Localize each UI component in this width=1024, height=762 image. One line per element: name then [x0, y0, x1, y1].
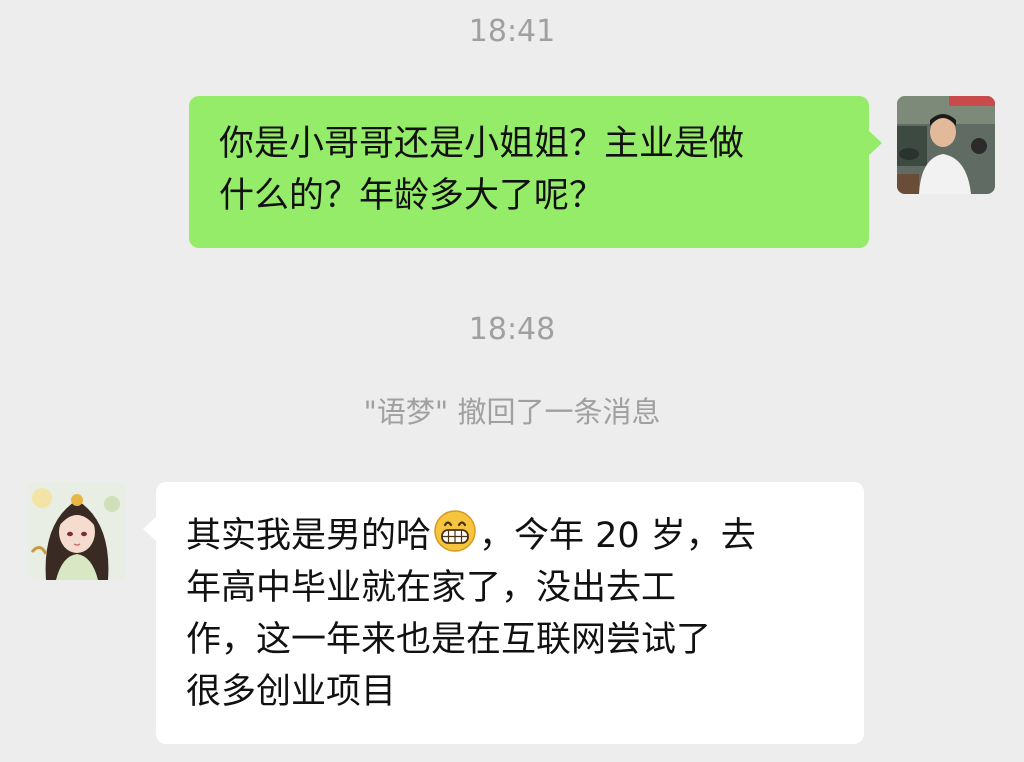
avatar-contact[interactable] — [28, 482, 126, 580]
outgoing-message-bubble[interactable]: 你是小哥哥还是小姐姐？主业是做 什么的？年龄多大了呢？ — [189, 96, 882, 248]
message-text: 其实我是男的哈 — [186, 516, 432, 556]
message-line: 你是小哥哥还是小姐姐？主业是做 — [219, 124, 745, 164]
timestamp: 18:48 — [468, 312, 556, 347]
timestamp: 18:41 — [468, 14, 556, 49]
message-line: 什么的？年龄多大了呢？ — [219, 176, 605, 216]
recall-notice: "语梦" 撤回了一条消息 — [363, 395, 661, 429]
message-line: 很多创业项目 — [186, 672, 397, 712]
anime-girl-avatar-icon — [28, 482, 126, 580]
message-line: 其实我是男的哈 ，今年 20 岁，去 — [186, 509, 840, 562]
message-line: 年高中毕业就在家了，没出去工 — [186, 568, 677, 608]
avatar-self[interactable] — [897, 96, 995, 194]
user-photo-icon — [897, 96, 995, 194]
message-line: 作，这一年来也是在互联网尝试了 — [186, 620, 712, 660]
message-text: ，今年 20 岁，去 — [479, 516, 756, 556]
incoming-message-bubble[interactable]: 其实我是男的哈 ，今年 20 岁，去 年高中毕业就在家了，没出去工 作，这一年来… — [143, 482, 864, 744]
grinning-face-emoji-icon — [434, 510, 476, 552]
